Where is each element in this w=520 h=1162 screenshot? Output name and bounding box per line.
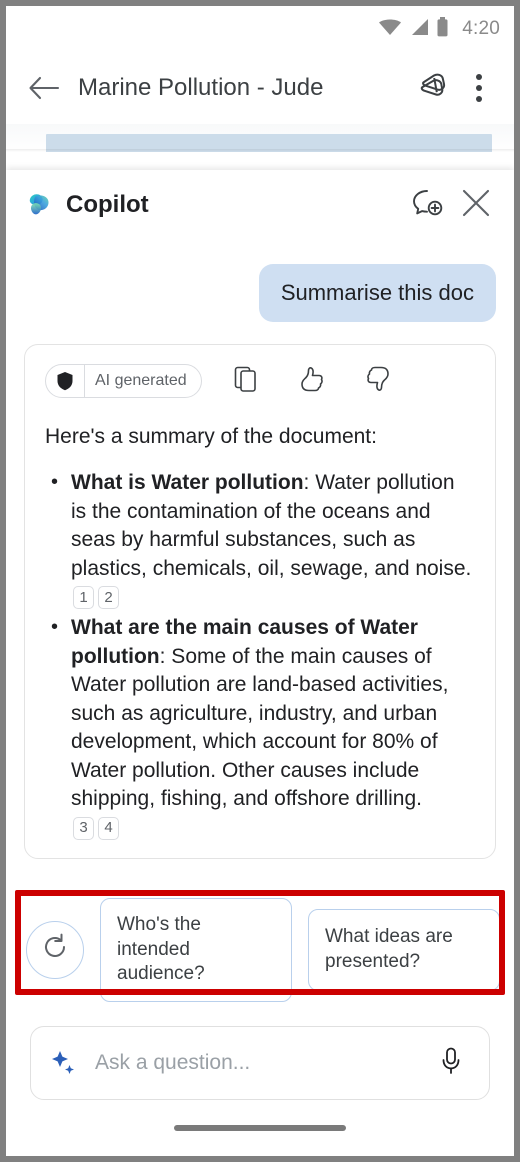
list-item: What is Water pollution: Water pollution… (51, 469, 475, 612)
thumbs-down-button[interactable] (356, 363, 400, 399)
citation-chip[interactable]: 3 (73, 816, 94, 840)
overflow-menu-button[interactable] (456, 65, 502, 111)
battery-icon (436, 16, 449, 42)
system-navigation-bar (6, 1100, 514, 1156)
new-chat-icon (411, 187, 445, 224)
composer[interactable] (30, 1026, 490, 1100)
copilot-header: Copilot (6, 170, 514, 240)
bullet-heading: What is Water pollution (71, 471, 304, 495)
citation-group: 1 2 (73, 586, 119, 610)
thumbs-up-button[interactable] (290, 363, 334, 399)
assistant-response-card: AI generated Here's a summary of the doc… (24, 344, 496, 860)
copy-button[interactable] (224, 363, 268, 399)
status-bar-time: 4:20 (462, 18, 500, 39)
refresh-icon (40, 932, 70, 967)
sparkle-icon (49, 1048, 79, 1078)
copilot-logo-icon (24, 190, 54, 220)
status-bar: 4:20 (6, 6, 514, 52)
suggestion-chip-2[interactable]: What ideas are presented? (308, 908, 500, 991)
citation-group: 3 4 (73, 816, 119, 840)
document-preview-strip[interactable] (6, 124, 514, 152)
suggestion-chips-row[interactable]: Who's the intended audience? What ideas … (6, 892, 514, 1008)
copilot-panel: Copilot Summarise this doc AI generated … (6, 170, 514, 1156)
wifi-icon (378, 18, 402, 41)
summary-bullet-list: What is Water pollution: Water pollution… (45, 469, 475, 842)
home-indicator[interactable] (174, 1125, 346, 1131)
app-bar: Marine Pollution - Jude (6, 52, 514, 124)
cast-button[interactable] (410, 65, 456, 111)
badge-divider (84, 365, 85, 397)
cellular-signal-icon (409, 18, 429, 41)
suggestion-chip-1[interactable]: Who's the intended audience? (100, 897, 292, 1002)
close-icon (461, 188, 491, 223)
panel-shadow (6, 149, 514, 152)
copy-icon (233, 365, 259, 398)
conversation-scroll-area[interactable]: Summarise this doc AI generated Here's a… (6, 240, 514, 882)
citation-chip[interactable]: 4 (98, 816, 119, 840)
ai-generated-label: AI generated (95, 372, 187, 389)
document-title: Marine Pollution - Jude (78, 74, 324, 101)
ask-question-input[interactable] (95, 1051, 431, 1075)
user-message-bubble: Summarise this doc (258, 264, 496, 322)
phone-screen: 4:20 Marine Pollution - Jude Copilot Sum… (6, 6, 514, 1156)
bullet-body: : Some of the main causes of Water pollu… (71, 644, 449, 811)
list-item: What are the main causes of Water pollut… (51, 614, 475, 842)
microphone-button[interactable] (431, 1043, 471, 1083)
microphone-icon (438, 1046, 464, 1081)
thumbs-up-icon (297, 365, 327, 398)
cast-icon (415, 70, 451, 107)
refresh-suggestions-button[interactable] (26, 920, 84, 979)
response-toolbar: AI generated (45, 363, 475, 399)
copilot-title: Copilot (66, 191, 149, 218)
user-message-row: Summarise this doc (24, 240, 496, 322)
composer-area (6, 1016, 514, 1100)
shield-icon (56, 371, 74, 391)
citation-chip[interactable]: 1 (73, 586, 94, 610)
status-bar-icons (378, 16, 449, 42)
new-chat-button[interactable] (404, 181, 452, 229)
suggestions-bar: Who's the intended audience? What ideas … (6, 882, 514, 1016)
scroll-fade (6, 865, 514, 882)
summary-lead-text: Here's a summary of the document: (45, 425, 377, 448)
thumbs-down-icon (363, 365, 393, 398)
ai-generated-badge[interactable]: AI generated (45, 364, 202, 398)
close-panel-button[interactable] (452, 181, 500, 229)
citation-chip[interactable]: 2 (98, 586, 119, 610)
back-button[interactable] (22, 66, 66, 110)
more-vertical-icon (476, 74, 482, 102)
